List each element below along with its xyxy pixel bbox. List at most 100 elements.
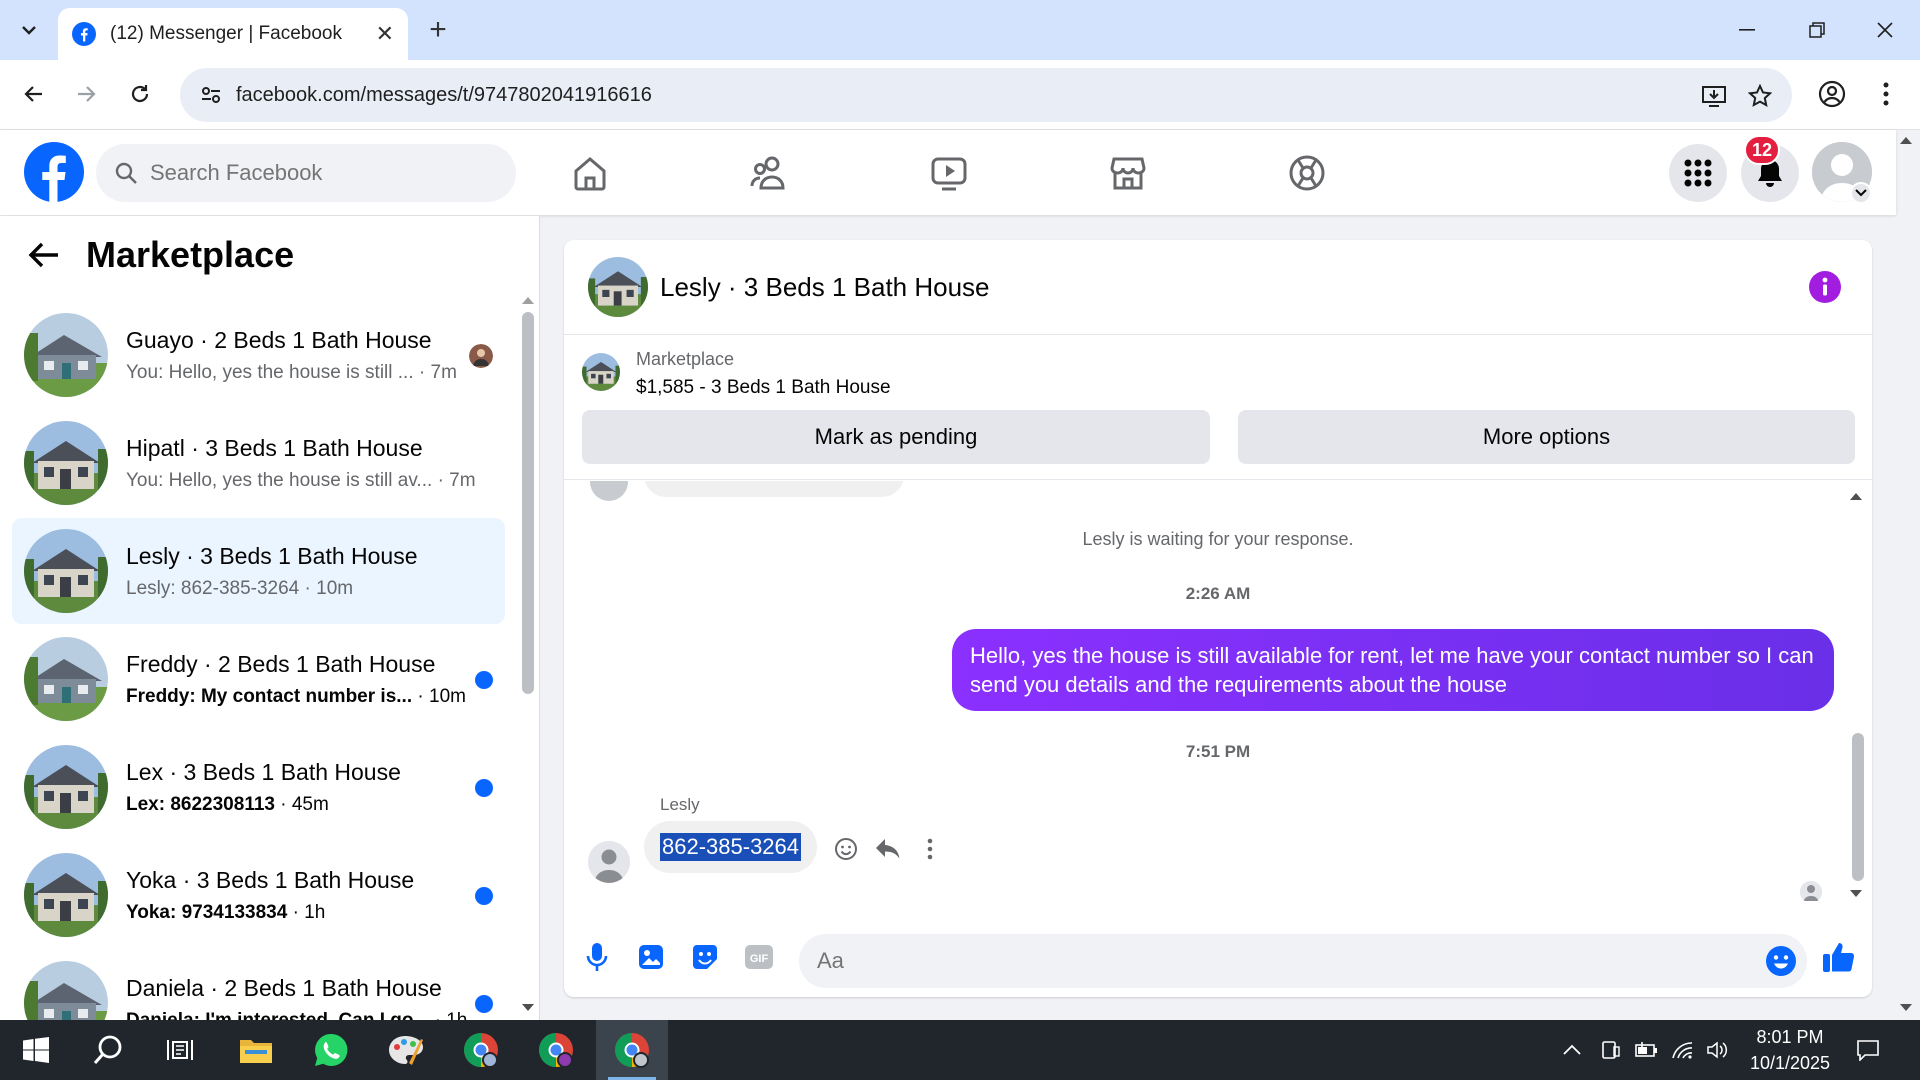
more-options-button[interactable]: More options [1238,410,1855,464]
restore-button[interactable] [1782,0,1852,60]
battery-tray-icon[interactable] [1634,1038,1658,1062]
incoming-message[interactable]: 862-385-3264 [644,821,818,873]
chat-thumbnail[interactable] [588,257,648,317]
listing-thumbnail[interactable] [582,353,620,391]
chrome-profile-2-button[interactable] [520,1020,592,1080]
install-app-icon[interactable] [1700,82,1728,110]
nav-video[interactable] [924,148,974,198]
minimize-button[interactable] [1712,0,1782,60]
file-explorer-button[interactable] [220,1020,292,1080]
message-input[interactable] [817,948,1717,974]
sticker-button[interactable] [686,938,724,976]
react-button[interactable] [831,834,861,864]
conversation-item[interactable]: Yoka · 3 Beds 1 Bath House Yoka: 9734133… [12,842,505,948]
start-button[interactable] [0,1020,72,1080]
battery-icon [1635,1042,1657,1057]
menu-button[interactable] [1669,144,1727,202]
reload-button[interactable] [120,74,160,114]
address-bar[interactable]: facebook.com/messages/t/9747802041916616 [180,68,1792,122]
outgoing-message[interactable]: Hello, yes the house is still available … [952,629,1834,711]
nav-home[interactable] [565,148,615,198]
photo-icon [639,945,663,969]
marketplace-icon [1110,157,1146,190]
chrome-profile-1-button[interactable] [445,1020,517,1080]
wifi-tray-icon[interactable] [1670,1038,1694,1062]
conversation-item[interactable]: Hipatl · 3 Beds 1 Bath House You: Hello,… [12,410,505,516]
new-tab-button[interactable]: + [420,12,456,48]
thumbs-up-icon [1823,943,1855,972]
device-tray-icon[interactable] [1598,1038,1622,1062]
forward-button[interactable] [66,74,106,114]
tab-search-button[interactable] [8,10,50,50]
conversation-item[interactable]: Daniela · 2 Beds 1 Bath House Daniela: I… [12,950,505,1020]
more-message-actions-button[interactable] [915,834,945,864]
unread-dot-icon [475,887,493,905]
partial-message-bubble [644,481,904,497]
close-icon [1877,22,1893,38]
facebook-logo-icon[interactable] [24,142,84,202]
chat-scrollbar[interactable] [1852,733,1864,881]
close-window-button[interactable] [1850,0,1920,60]
chat-title[interactable]: Lesly · 3 Beds 1 Bath House [660,272,990,303]
message-composer: GIF [564,920,1872,997]
facebook-header: 12 [0,130,1896,215]
search-taskbar-button[interactable] [72,1020,144,1080]
url-text[interactable]: facebook.com/messages/t/9747802041916616 [236,84,652,107]
conversation-item-active[interactable]: Lesly · 3 Beds 1 Bath House Lesly: 862-3… [12,518,505,624]
send-like-button[interactable] [1820,938,1858,976]
arrow-left-icon[interactable] [28,241,60,269]
nav-gaming[interactable] [1282,148,1332,198]
sidebar-scroll-up-icon[interactable] [520,294,536,306]
grid-menu-icon [1684,159,1712,187]
page-scroll-up-icon[interactable] [1898,134,1914,146]
page-scroll-down-icon[interactable] [1898,1002,1914,1014]
chrome-active-window-button[interactable] [596,1020,668,1080]
account-chevron[interactable] [1850,182,1872,204]
message-input-wrapper[interactable] [799,934,1807,988]
attach-photo-button[interactable] [632,938,670,976]
nav-friends[interactable] [745,148,795,198]
volume-tray-icon[interactable] [1706,1038,1730,1062]
mark-as-pending-button[interactable]: Mark as pending [582,410,1210,464]
emoji-icon[interactable] [1765,945,1797,977]
chat-scroll-down-icon[interactable] [1848,888,1864,900]
conversation-name: Freddy · 2 Beds 1 Bath House [126,650,436,677]
browser-tab-messenger[interactable]: (12) Messenger | Facebook ✕ [58,8,408,60]
conversation-item[interactable]: Guayo · 2 Beds 1 Bath House You: Hello, … [12,302,505,408]
paint-app-button[interactable] [370,1020,442,1080]
task-view-button[interactable] [144,1020,216,1080]
sidebar-scroll-down-icon[interactable] [520,1002,536,1014]
sender-avatar[interactable] [588,841,630,883]
chrome-menu-button[interactable] [1866,74,1906,114]
conversation-item[interactable]: Lex · 3 Beds 1 Bath House Lex: 862230811… [12,734,505,840]
taskbar-clock[interactable]: 8:01 PM 10/1/2025 [1740,1024,1840,1076]
conversation-item[interactable]: Freddy · 2 Beds 1 Bath House Freddy: My … [12,626,505,732]
gif-button[interactable]: GIF [740,938,778,976]
speaker-icon [1707,1041,1728,1059]
video-icon [931,157,967,191]
reply-button[interactable] [873,834,903,864]
action-center-button[interactable] [1856,1038,1880,1062]
info-icon[interactable] [1808,270,1842,304]
listing-price-title[interactable]: $1,585 - 3 Beds 1 Bath House [636,377,891,399]
profile-button[interactable] [1812,74,1852,114]
incoming-message-text[interactable]: 862-385-3264 [660,833,802,861]
chat-scroll-up-icon[interactable] [1848,490,1864,502]
close-tab-icon[interactable]: ✕ [376,21,394,47]
show-hidden-icons-button[interactable] [1560,1038,1584,1062]
windows-logo-icon [23,1037,49,1063]
notification-center-icon [1857,1040,1879,1061]
nav-marketplace[interactable] [1103,148,1153,198]
search-input[interactable] [150,160,450,186]
listing-thumbnail [24,421,108,505]
profile-icon [1818,80,1846,108]
whatsapp-button[interactable] [295,1020,367,1080]
chat-header: Lesly · 3 Beds 1 Bath House [564,240,1872,335]
site-settings-icon[interactable] [200,84,222,106]
sidebar-scrollbar[interactable] [522,312,534,694]
bookmark-star-icon[interactable] [1746,82,1774,110]
listing-thumbnail [24,745,108,829]
facebook-search[interactable] [96,144,516,202]
voice-clip-button[interactable] [578,938,616,976]
back-button[interactable] [14,74,54,114]
